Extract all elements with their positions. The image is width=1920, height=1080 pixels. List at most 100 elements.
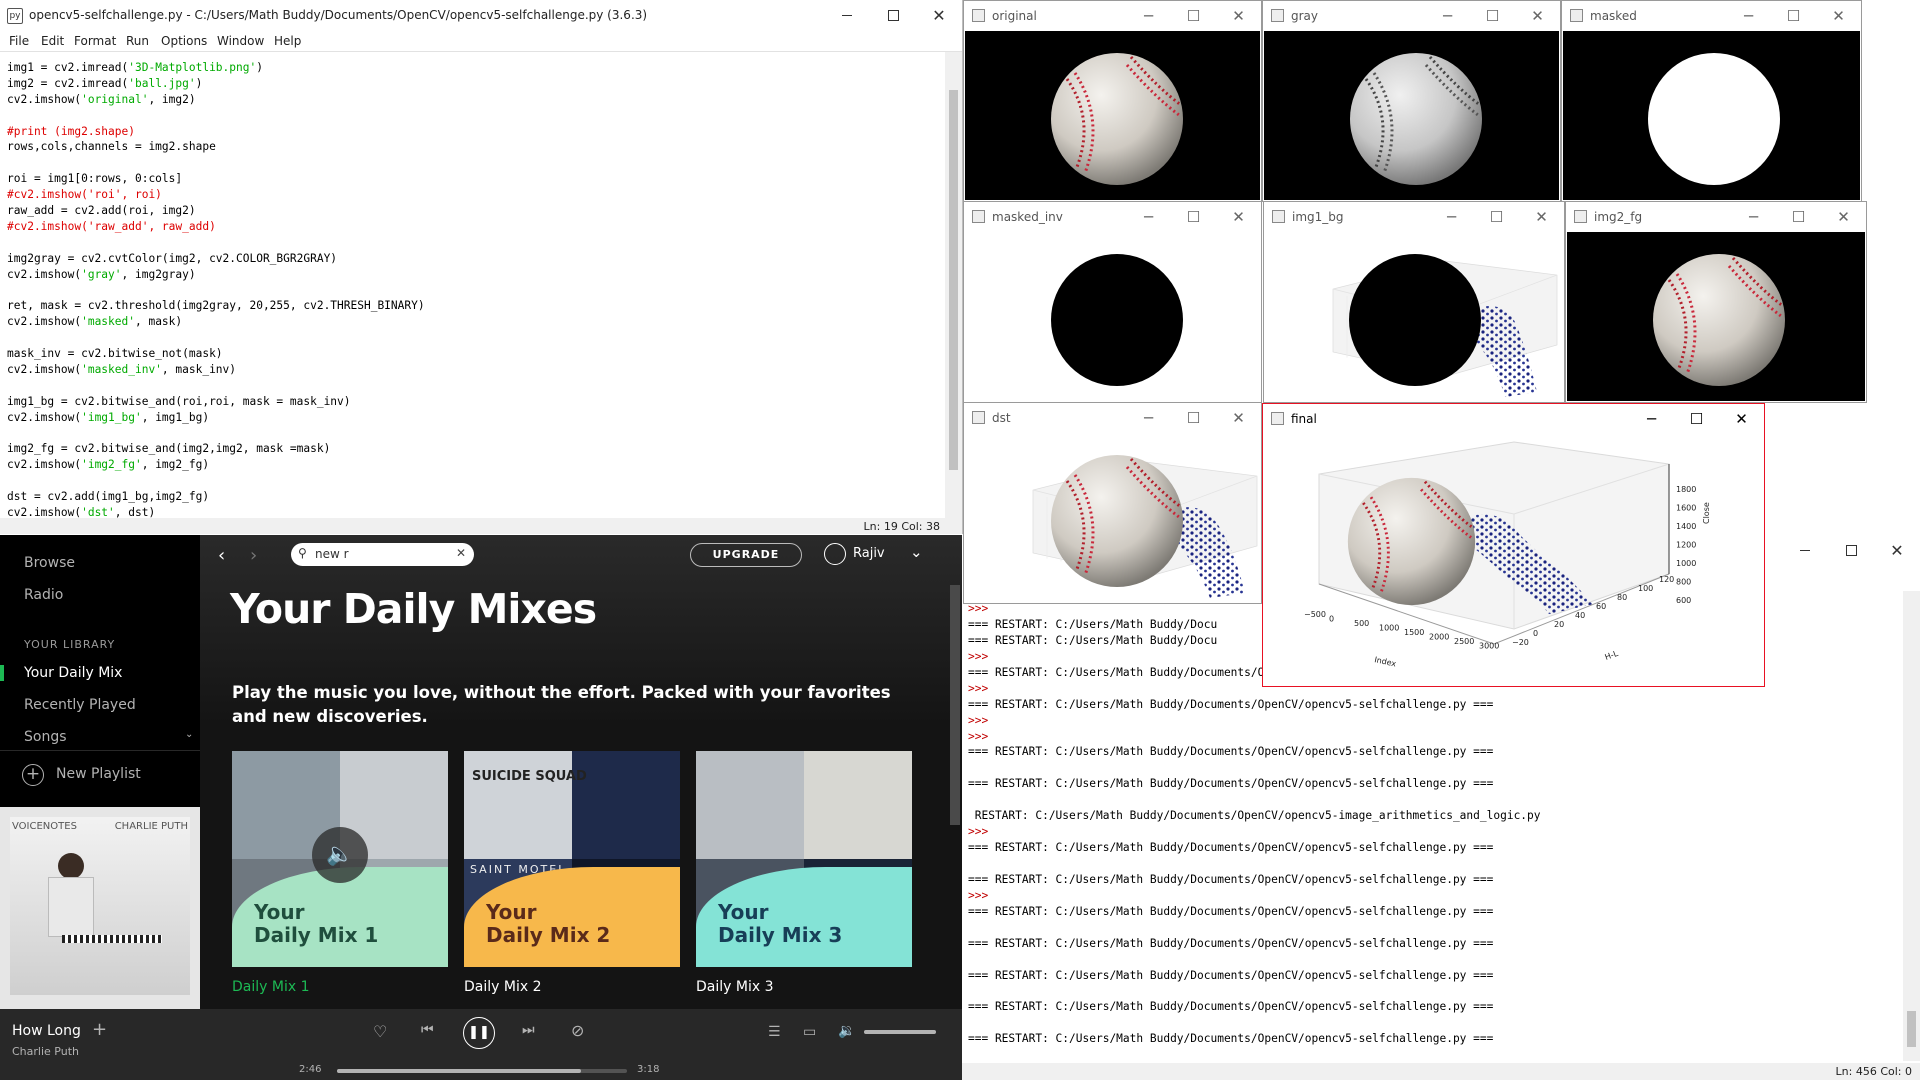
menu-run[interactable]: Run	[126, 34, 149, 48]
maximize-button[interactable]: ☐	[1171, 403, 1216, 433]
shell-close-button[interactable]: ✕	[1874, 535, 1920, 565]
code-line: mask_inv = cv2.bitwise_not(mask)	[7, 346, 937, 362]
block-icon[interactable]: ⊘	[571, 1021, 584, 1040]
close-button[interactable]: ✕	[1216, 403, 1261, 433]
shell-minimize-button[interactable]	[1782, 535, 1828, 565]
library-your-daily-mix[interactable]: Your Daily Mix	[24, 665, 122, 681]
spotify-window: Browse Radio YOUR LIBRARY Your Daily Mix…	[0, 535, 962, 1080]
cv-window-dst[interactable]: dst ─ ☐ ✕	[963, 402, 1262, 604]
code-token: cv2.imshow(	[7, 267, 82, 281]
minimize-button[interactable]: ─	[1629, 404, 1674, 434]
code-token: 'masked'	[81, 315, 135, 329]
close-button[interactable]: ✕	[1515, 1, 1560, 31]
close-button[interactable]: ✕	[1216, 202, 1261, 232]
volume-slider[interactable]	[864, 1030, 936, 1034]
menu-window[interactable]: Window	[217, 34, 264, 48]
shell-scrollbar[interactable]	[1903, 591, 1920, 1061]
now-playing-album-art[interactable]: VOICENOTES CHARLIE PUTH	[0, 807, 200, 1009]
cv-window-gray[interactable]: gray ─ ☐ ✕	[1262, 0, 1561, 202]
pause-button[interactable]: ❚❚	[463, 1017, 495, 1049]
nav-browse[interactable]: Browse	[24, 555, 75, 571]
code-line: img2_fg = cv2.bitwise_and(img2,img2, mas…	[7, 441, 937, 457]
close-button[interactable]: ✕	[1216, 1, 1261, 31]
minimize-button[interactable]: ─	[1126, 403, 1171, 433]
minimize-button[interactable]: ─	[1126, 202, 1171, 232]
volume-icon[interactable]: 🔉	[838, 1023, 855, 1039]
daily-mix-card-2[interactable]: SUICIDE SQUAD SAINT MOTEL Your Daily Mix…	[464, 751, 680, 967]
maximize-button[interactable]: ☐	[1474, 202, 1519, 232]
maximize-button[interactable]	[870, 0, 916, 30]
upgrade-button[interactable]: UPGRADE	[690, 543, 802, 567]
minimize-button[interactable]: ─	[1429, 202, 1474, 232]
user-avatar-icon[interactable]	[824, 543, 846, 565]
clear-search-icon[interactable]: ✕	[456, 546, 466, 560]
code-token: #print (img2.shape)	[7, 124, 135, 138]
maximize-button[interactable]: ☐	[1771, 1, 1816, 31]
shell-maximize-button[interactable]	[1828, 535, 1874, 565]
search-box[interactable]: ⚲ new r ✕	[291, 543, 474, 566]
user-menu-chevron-icon[interactable]: ⌄	[910, 543, 923, 561]
minimize-button[interactable]: ─	[1425, 1, 1470, 31]
cv-window-masked[interactable]: masked ─ ☐ ✕	[1561, 0, 1862, 202]
mix-name-1[interactable]: Daily Mix 1	[232, 979, 310, 995]
progress-bar[interactable]	[337, 1069, 627, 1073]
cv-window-original[interactable]: original ─ ☐ ✕	[963, 0, 1262, 202]
menu-format[interactable]: Format	[74, 34, 116, 48]
heart-icon[interactable]: ♡	[373, 1022, 387, 1041]
search-icon: ⚲	[298, 546, 307, 560]
chevron-down-icon[interactable]: ⌄	[185, 729, 193, 740]
library-songs[interactable]: Songs	[24, 729, 67, 745]
maximize-button[interactable]: ☐	[1674, 404, 1719, 434]
editor-scrollbar[interactable]	[945, 52, 962, 518]
user-name[interactable]: Rajiv	[853, 546, 885, 561]
cv-window-masked-inv[interactable]: masked_inv ─ ☐ ✕	[963, 201, 1262, 403]
library-recently-played[interactable]: Recently Played	[24, 697, 136, 713]
mix-name-2[interactable]: Daily Mix 2	[464, 979, 542, 995]
maximize-button[interactable]: ☐	[1470, 1, 1515, 31]
track-title[interactable]: How Long	[12, 1023, 81, 1039]
menu-edit[interactable]: Edit	[41, 34, 64, 48]
code-line: cv2.imshow('masked', mask)	[7, 314, 937, 330]
cv-window-title: original	[992, 9, 1037, 23]
track-artist[interactable]: Charlie Puth	[12, 1045, 79, 1058]
queue-icon[interactable]: ☰	[768, 1024, 781, 1040]
cv-window-final[interactable]: final ─ ☐ ✕ 1800 1600 1400 1200 1000 800 600 Clo…	[1262, 403, 1765, 687]
menu-help[interactable]: Help	[274, 34, 301, 48]
mix-name-3[interactable]: Daily Mix 3	[696, 979, 774, 995]
menu-options[interactable]: Options	[161, 34, 207, 48]
devices-icon[interactable]: ▭	[803, 1024, 816, 1040]
minimize-button[interactable]: ─	[1726, 1, 1771, 31]
menu-file[interactable]: File	[9, 34, 29, 48]
close-button[interactable]: ✕	[1519, 202, 1564, 232]
z-tick-label: 1600	[1676, 504, 1696, 513]
close-button[interactable]: ✕	[1816, 1, 1861, 31]
plus-circle-icon[interactable]: +	[22, 764, 44, 786]
next-track-icon[interactable]: ⏭	[522, 1022, 535, 1038]
search-input[interactable]: new r	[315, 547, 349, 561]
cv-window-img1-bg[interactable]: img1_bg ─ ☐ ✕	[1263, 201, 1565, 403]
cv-window-img2-fg[interactable]: img2_fg ─ ☐ ✕	[1565, 201, 1867, 403]
code-editor-text[interactable]: img1 = cv2.imread('3D-Matplotlib.png') im…	[7, 60, 937, 521]
maximize-button[interactable]: ☐	[1776, 202, 1821, 232]
new-playlist-button[interactable]: New Playlist	[56, 766, 141, 782]
close-button[interactable]: ✕	[1821, 202, 1866, 232]
maximize-button[interactable]: ☐	[1171, 1, 1216, 31]
shell-line: === RESTART: C:/Users/Math Buddy/Documen…	[968, 936, 1494, 950]
back-arrow-icon[interactable]: ‹	[218, 545, 225, 566]
close-button[interactable]: ✕	[916, 0, 962, 30]
code-token: cv2.imshow(	[7, 362, 82, 376]
code-token: img2_fg = cv2.bitwise_and(img2,img2, mas…	[7, 442, 331, 456]
library-header: YOUR LIBRARY	[24, 638, 116, 651]
close-button[interactable]: ✕	[1719, 404, 1764, 434]
main-scrollbar[interactable]	[950, 585, 960, 825]
forward-arrow-icon[interactable]: ›	[250, 545, 257, 566]
add-to-library-icon[interactable]: +	[92, 1019, 107, 1040]
minimize-button[interactable]: ─	[1126, 1, 1171, 31]
previous-track-icon[interactable]: ⏮	[421, 1022, 434, 1038]
minimize-button[interactable]	[824, 0, 870, 30]
daily-mix-card-1[interactable]: 🔈 Your Daily Mix 1	[232, 751, 448, 967]
daily-mix-card-3[interactable]: Your Daily Mix 3	[696, 751, 912, 967]
maximize-button[interactable]: ☐	[1171, 202, 1216, 232]
minimize-button[interactable]: ─	[1731, 202, 1776, 232]
nav-radio[interactable]: Radio	[24, 587, 63, 603]
